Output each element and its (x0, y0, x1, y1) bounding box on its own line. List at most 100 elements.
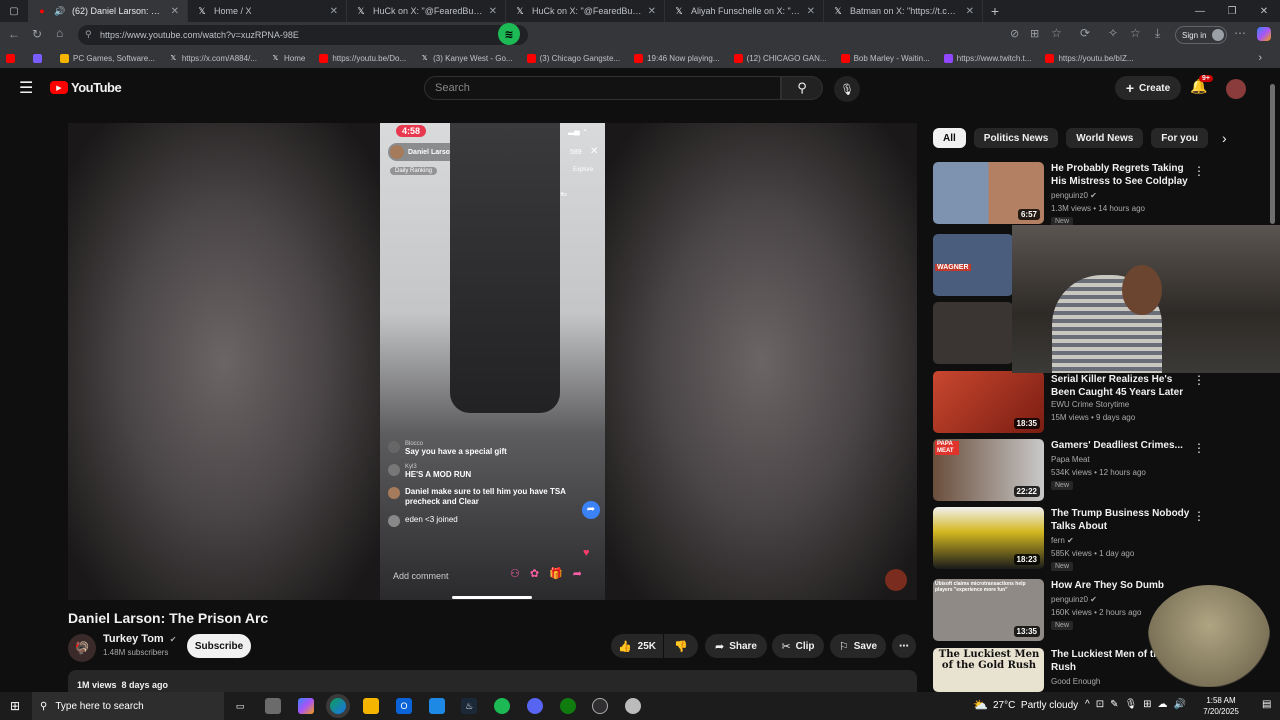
url-field[interactable]: ⚲ https://www.youtube.com/watch?v=xuzRPN… (78, 23, 528, 45)
refresh-icon[interactable]: ⟳ (1080, 26, 1090, 40)
menu-icon[interactable]: ☰ (19, 78, 33, 98)
close-icon[interactable]: ✕ (807, 6, 815, 17)
obs-icon[interactable] (592, 698, 608, 714)
video-thumbnail[interactable] (933, 302, 1013, 364)
site-info-icon[interactable]: ⚲ (85, 29, 92, 40)
copilot-icon[interactable] (1257, 27, 1271, 41)
video-thumbnail[interactable]: PAPA MEAT 22:22 (933, 439, 1044, 501)
signin-button[interactable]: Sign in (1175, 26, 1227, 44)
notification-center-icon[interactable]: ▤ (1262, 699, 1271, 710)
progress-bar[interactable] (452, 596, 532, 599)
more-actions-button[interactable]: ⋯ (892, 634, 916, 658)
bookmark-item[interactable]: (3) Chicago Gangste... (526, 53, 620, 63)
close-icon[interactable]: ✕ (330, 6, 338, 17)
more-menu-icon[interactable]: ⋯ (1234, 26, 1246, 40)
save-button[interactable]: ⚐ Save (830, 634, 886, 658)
list-item[interactable]: 18:35 Serial Killer Realizes He's Been C… (933, 371, 1223, 435)
like-button[interactable]: 👍 25K (611, 634, 663, 658)
chip-world-news[interactable]: World News (1066, 128, 1144, 148)
video-thumbnail[interactable]: 18:35 (933, 371, 1044, 433)
tab-x-huck-2[interactable]: 𝕏 HuCk on X: "@FearedBuck Mome ✕ (506, 0, 665, 22)
video-thumbnail[interactable]: Ubisoft claims microtransactions help pl… (933, 579, 1044, 641)
bookmark-item[interactable]: 𝕏 (3) Kanye West - Go... (420, 54, 513, 63)
bookmark-item[interactable]: (12) CHICAGO GAN... (733, 53, 827, 63)
bookmark-item[interactable]: 𝕏 Home (271, 54, 306, 63)
new-tab-button[interactable]: + (983, 3, 1007, 19)
subscribe-button[interactable]: Subscribe (187, 634, 251, 658)
bookmark-item[interactable]: PC Games, Software... (60, 53, 155, 63)
taskbar-search-input[interactable]: ⚲ Type here to search (32, 692, 224, 720)
chevron-right-icon[interactable]: › (1222, 128, 1227, 148)
window-close-button[interactable]: ✕ (1248, 6, 1280, 17)
video-player[interactable]: 4:58 ▂▄ ◔ Daniel Larson 589 ✕ Daily Rank… (68, 123, 917, 600)
more-icon[interactable]: ⋮ (1193, 509, 1205, 523)
account-avatar[interactable] (1226, 79, 1246, 99)
app-icon[interactable] (625, 698, 641, 714)
extensions-puzzle-icon[interactable]: ✧ (1108, 26, 1118, 40)
list-item[interactable]: PAPA MEAT 22:22 Gamers' Deadliest Crimes… (933, 439, 1223, 503)
more-icon[interactable]: ⋮ (1193, 441, 1205, 455)
edge-icon[interactable] (330, 698, 346, 714)
chip-all[interactable]: All (933, 128, 966, 148)
discord-icon[interactable] (527, 698, 543, 714)
bookmark-item[interactable]: https://youtu.be/bIZ... (1045, 53, 1134, 63)
list-item[interactable]: 18:23 The Trump Business Nobody Talks Ab… (933, 507, 1223, 571)
create-button[interactable]: + Create (1115, 76, 1181, 100)
clip-button[interactable]: ✂ Clip (772, 634, 824, 658)
download-icon[interactable]: ⤓ (1155, 26, 1160, 41)
more-icon[interactable]: ⋮ (1193, 164, 1205, 178)
xbox-icon[interactable] (560, 698, 576, 714)
task-view-icon[interactable]: ▭ (232, 698, 248, 714)
description-box[interactable]: 1M views 8 days ago (68, 670, 917, 692)
close-icon[interactable]: ✕ (171, 6, 179, 17)
back-icon[interactable]: ← (8, 27, 20, 41)
bookmark-item[interactable]: https://www.twitch.t... (943, 53, 1031, 63)
home-icon[interactable]: ⌂ (56, 26, 63, 40)
tab-youtube[interactable]: ● 🔊 (62) Daniel Larson: The Prison ✕ (28, 0, 188, 22)
close-icon[interactable]: ✕ (489, 6, 497, 17)
close-icon[interactable]: ✕ (648, 6, 656, 17)
file-explorer-icon[interactable] (363, 698, 379, 714)
tab-actions-icon[interactable]: ▢ (0, 0, 28, 22)
spotify-icon[interactable]: ≋ (498, 23, 520, 45)
tab-x-huck-1[interactable]: 𝕏 HuCk on X: "@FearedBuck Mome ✕ (347, 0, 506, 22)
bookmark-item[interactable]: Bob Marley - Waitin... (840, 53, 930, 63)
video-thumbnail[interactable]: 18:23 (933, 507, 1044, 569)
chevron-right-icon[interactable]: › (1258, 52, 1262, 64)
weather-text[interactable]: 27°C Partly cloudy (993, 700, 1078, 711)
share-button[interactable]: ➦ Share (705, 634, 767, 658)
notifications-button[interactable]: 🔔 9+ (1190, 75, 1213, 95)
video-thumbnail[interactable]: WAGNER (933, 234, 1013, 296)
bookmark-item[interactable]: 𝕏https://x.com/A884/... (169, 54, 256, 63)
search-button[interactable]: ⚲ (781, 76, 823, 100)
bookmark-item[interactable] (33, 53, 46, 63)
chip-for-you[interactable]: For you (1151, 128, 1208, 148)
close-icon[interactable]: ✕ (966, 6, 974, 17)
video-thumbnail[interactable]: 6:57 (933, 162, 1044, 224)
dislike-button[interactable]: 👎 (664, 634, 698, 658)
tab-x-aliyah[interactable]: 𝕏 Aliyah Funschelle on X: "Both tea ✕ (665, 0, 824, 22)
system-tray-icons[interactable]: ^⊡✎🎙⊞☁🔊 (1085, 699, 1192, 710)
star-icon[interactable]: ☆ (1051, 26, 1062, 40)
windows-start-icon[interactable]: ⊞ (10, 699, 20, 713)
restore-button[interactable]: ❐ (1216, 6, 1248, 17)
store-icon[interactable] (265, 698, 281, 714)
copilot-icon[interactable] (298, 698, 314, 714)
outlook-icon[interactable]: O (396, 698, 412, 714)
list-item[interactable]: 6:57 He Probably Regrets Taking His Mist… (933, 162, 1223, 226)
bookmark-item[interactable] (6, 53, 19, 63)
extensions-icon[interactable]: ⊘ (1010, 27, 1019, 40)
bookmark-item[interactable]: 19:46 Now playing... (634, 53, 720, 63)
more-icon[interactable]: ⋮ (1193, 373, 1205, 387)
search-input[interactable]: Search (424, 76, 781, 100)
youtube-logo[interactable]: ▶ YouTube (50, 80, 122, 95)
chip-politics-news[interactable]: Politics News (973, 128, 1059, 148)
app-icon[interactable] (429, 698, 445, 714)
clock[interactable]: 1:58 AM 7/20/2025 (1196, 695, 1246, 717)
channel-avatar[interactable]: 🦃 (68, 634, 96, 662)
channel-name[interactable]: Turkey Tom ✔ (103, 633, 176, 645)
reload-icon[interactable]: ↻ (32, 27, 42, 41)
scrollbar[interactable] (1270, 84, 1275, 224)
tab-x-home[interactable]: 𝕏 Home / X ✕ (188, 0, 347, 22)
steam-icon[interactable]: ♨ (461, 698, 477, 714)
